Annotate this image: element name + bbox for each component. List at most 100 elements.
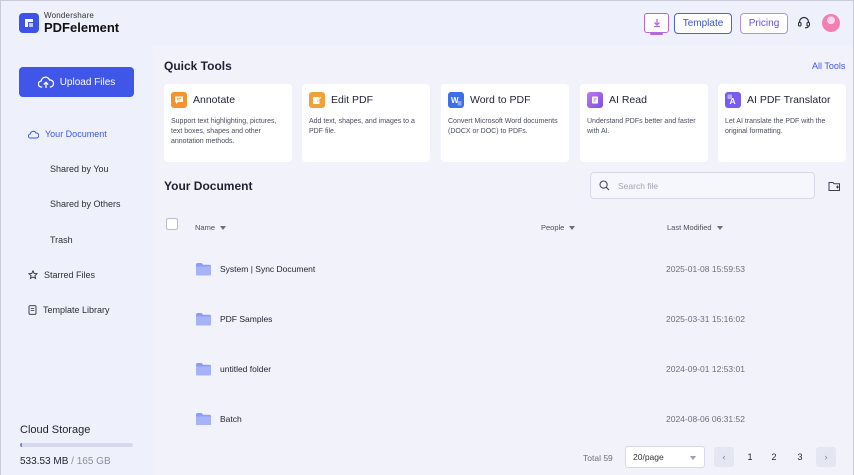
page-button-2[interactable]: 2 bbox=[764, 447, 784, 467]
page-button-3[interactable]: 3 bbox=[790, 447, 810, 467]
upload-files-button[interactable]: Upload Files bbox=[19, 67, 134, 97]
row-name: System | Sync Document bbox=[220, 264, 316, 274]
search-box bbox=[590, 172, 815, 199]
search-icon bbox=[599, 180, 610, 191]
sidebar: Upload Files Your Document Shared by You… bbox=[1, 45, 153, 475]
storage-separator: / bbox=[68, 456, 77, 467]
tool-desc: Convert Microsoft Word documents (DOCX o… bbox=[448, 118, 558, 135]
ai-read-icon bbox=[587, 92, 603, 108]
logo-brand: Wondershare bbox=[44, 11, 95, 20]
table-row[interactable]: untitled folder 2024-09-01 12:53:01 bbox=[153, 343, 853, 393]
table-row[interactable]: System | Sync Document 2025-01-08 15:59:… bbox=[153, 243, 853, 293]
page-button-1[interactable]: 1 bbox=[740, 447, 760, 467]
tool-name: Word to PDF bbox=[470, 94, 531, 106]
sidebar-item-label: Template Library bbox=[43, 305, 110, 315]
sidebar-item-shared-by-you[interactable]: Shared by You bbox=[50, 164, 109, 174]
sidebar-item-label: Shared by You bbox=[50, 164, 109, 174]
download-icon bbox=[653, 19, 660, 28]
next-page-button[interactable]: › bbox=[816, 447, 836, 467]
prev-page-button[interactable]: ‹ bbox=[714, 447, 734, 467]
user-avatar[interactable] bbox=[822, 14, 840, 32]
per-page-select[interactable]: 20/page bbox=[625, 446, 705, 468]
tool-card-word-to-pdf[interactable]: W Word to PDF Convert Microsoft Word doc… bbox=[441, 84, 569, 162]
your-document-title: Your Document bbox=[164, 179, 253, 193]
tool-name: AI Read bbox=[609, 94, 647, 106]
sidebar-item-label: Starred Files bbox=[44, 270, 96, 280]
sort-caret-icon bbox=[569, 225, 576, 230]
cloud-icon bbox=[28, 130, 39, 138]
tool-name: Annotate bbox=[193, 94, 236, 106]
translate-icon: A bbox=[725, 92, 741, 108]
support-headset-icon[interactable] bbox=[797, 15, 811, 34]
storage-progress-bar bbox=[20, 443, 133, 447]
upload-files-label: Upload Files bbox=[59, 76, 116, 88]
row-name: Batch bbox=[220, 414, 242, 424]
storage-progress-fill bbox=[20, 443, 23, 447]
table-row[interactable]: PDF Samples 2025-03-31 15:16:02 bbox=[153, 293, 853, 343]
storage-total: 165 GB bbox=[76, 456, 111, 467]
tool-card-annotate[interactable]: Annotate Support text highlighting, pict… bbox=[164, 84, 292, 162]
search-input[interactable] bbox=[618, 180, 798, 191]
folder-icon bbox=[196, 413, 211, 425]
tool-desc: Understand PDFs better and faster with A… bbox=[587, 118, 696, 135]
row-name: untitled folder bbox=[220, 364, 272, 374]
column-header-name[interactable]: Name bbox=[195, 223, 227, 232]
total-count: Total 59 bbox=[583, 453, 613, 463]
top-bar: Wondershare PDFelement Template Pricing bbox=[1, 1, 853, 45]
tool-card-ai-read[interactable]: AI Read Understand PDFs better and faste… bbox=[580, 84, 708, 162]
tool-card-ai-pdf-translator[interactable]: A AI PDF Translator Let AI translate the… bbox=[718, 84, 846, 162]
app-logo: Wondershare PDFelement bbox=[19, 12, 119, 34]
column-header-label: People bbox=[541, 223, 565, 232]
document-icon bbox=[28, 305, 37, 315]
sidebar-item-label: Trash bbox=[50, 235, 73, 245]
select-all-checkbox[interactable] bbox=[166, 218, 178, 230]
monitor-stand bbox=[650, 33, 663, 35]
edit-pdf-icon bbox=[309, 92, 325, 108]
per-page-value: 20/page bbox=[633, 452, 664, 462]
sort-caret-icon bbox=[716, 225, 723, 230]
new-folder-icon[interactable] bbox=[828, 179, 841, 197]
download-app-button[interactable] bbox=[644, 13, 669, 33]
column-header-last-modified[interactable]: Last Modified bbox=[667, 223, 723, 232]
row-modified: 2024-09-01 12:53:01 bbox=[666, 364, 745, 374]
sidebar-item-label: Your Document bbox=[45, 129, 107, 139]
tool-desc: Let AI translate the PDF with the origin… bbox=[725, 118, 826, 135]
cloud-upload-icon bbox=[37, 76, 54, 88]
column-header-label: Last Modified bbox=[667, 223, 712, 232]
row-modified: 2025-03-31 15:16:02 bbox=[666, 314, 745, 324]
pricing-button[interactable]: Pricing bbox=[740, 13, 788, 34]
cloud-storage-label: Cloud Storage bbox=[20, 424, 91, 436]
tool-card-edit-pdf[interactable]: Edit PDF Add text, shapes, and images to… bbox=[302, 84, 430, 162]
sidebar-item-your-document[interactable]: Your Document bbox=[28, 129, 107, 139]
table-row[interactable]: Batch 2024-08-06 06:31:52 bbox=[153, 393, 853, 425]
chevron-down-icon bbox=[690, 456, 696, 460]
sidebar-item-label: Shared by Others bbox=[50, 199, 121, 209]
document-list: System | Sync Document 2025-01-08 15:59:… bbox=[153, 243, 853, 425]
template-button[interactable]: Template bbox=[674, 13, 732, 34]
folder-icon bbox=[196, 363, 211, 376]
tool-desc: Support text highlighting, pictures, tex… bbox=[171, 118, 277, 145]
tool-name: AI PDF Translator bbox=[747, 94, 831, 106]
tool-name: Edit PDF bbox=[331, 94, 374, 106]
column-header-label: Name bbox=[195, 223, 216, 232]
word-icon: W bbox=[448, 92, 464, 108]
row-modified: 2024-08-06 06:31:52 bbox=[666, 414, 745, 424]
annotate-icon bbox=[171, 92, 187, 108]
main-content: Quick Tools All Tools Annotate Support t… bbox=[153, 45, 853, 475]
folder-icon bbox=[196, 313, 211, 326]
logo-product: PDFelement bbox=[44, 20, 120, 35]
sidebar-item-trash[interactable]: Trash bbox=[50, 235, 73, 245]
row-modified: 2025-01-08 15:59:53 bbox=[666, 264, 745, 274]
folder-icon bbox=[196, 263, 211, 276]
sidebar-item-shared-by-others[interactable]: Shared by Others bbox=[50, 199, 121, 209]
storage-usage-text: 533.53 MB / 165 GB bbox=[20, 456, 111, 467]
all-tools-link[interactable]: All Tools bbox=[812, 61, 845, 71]
sidebar-item-starred-files[interactable]: Starred Files bbox=[28, 270, 95, 280]
sidebar-item-template-library[interactable]: Template Library bbox=[28, 305, 110, 315]
quick-tools-title: Quick Tools bbox=[164, 59, 232, 73]
tool-desc: Add text, shapes, and images to a PDF fi… bbox=[309, 118, 415, 135]
storage-used: 533.53 MB bbox=[20, 456, 69, 467]
sort-caret-icon bbox=[220, 225, 227, 230]
star-icon bbox=[28, 270, 38, 280]
column-header-people[interactable]: People bbox=[541, 223, 576, 232]
